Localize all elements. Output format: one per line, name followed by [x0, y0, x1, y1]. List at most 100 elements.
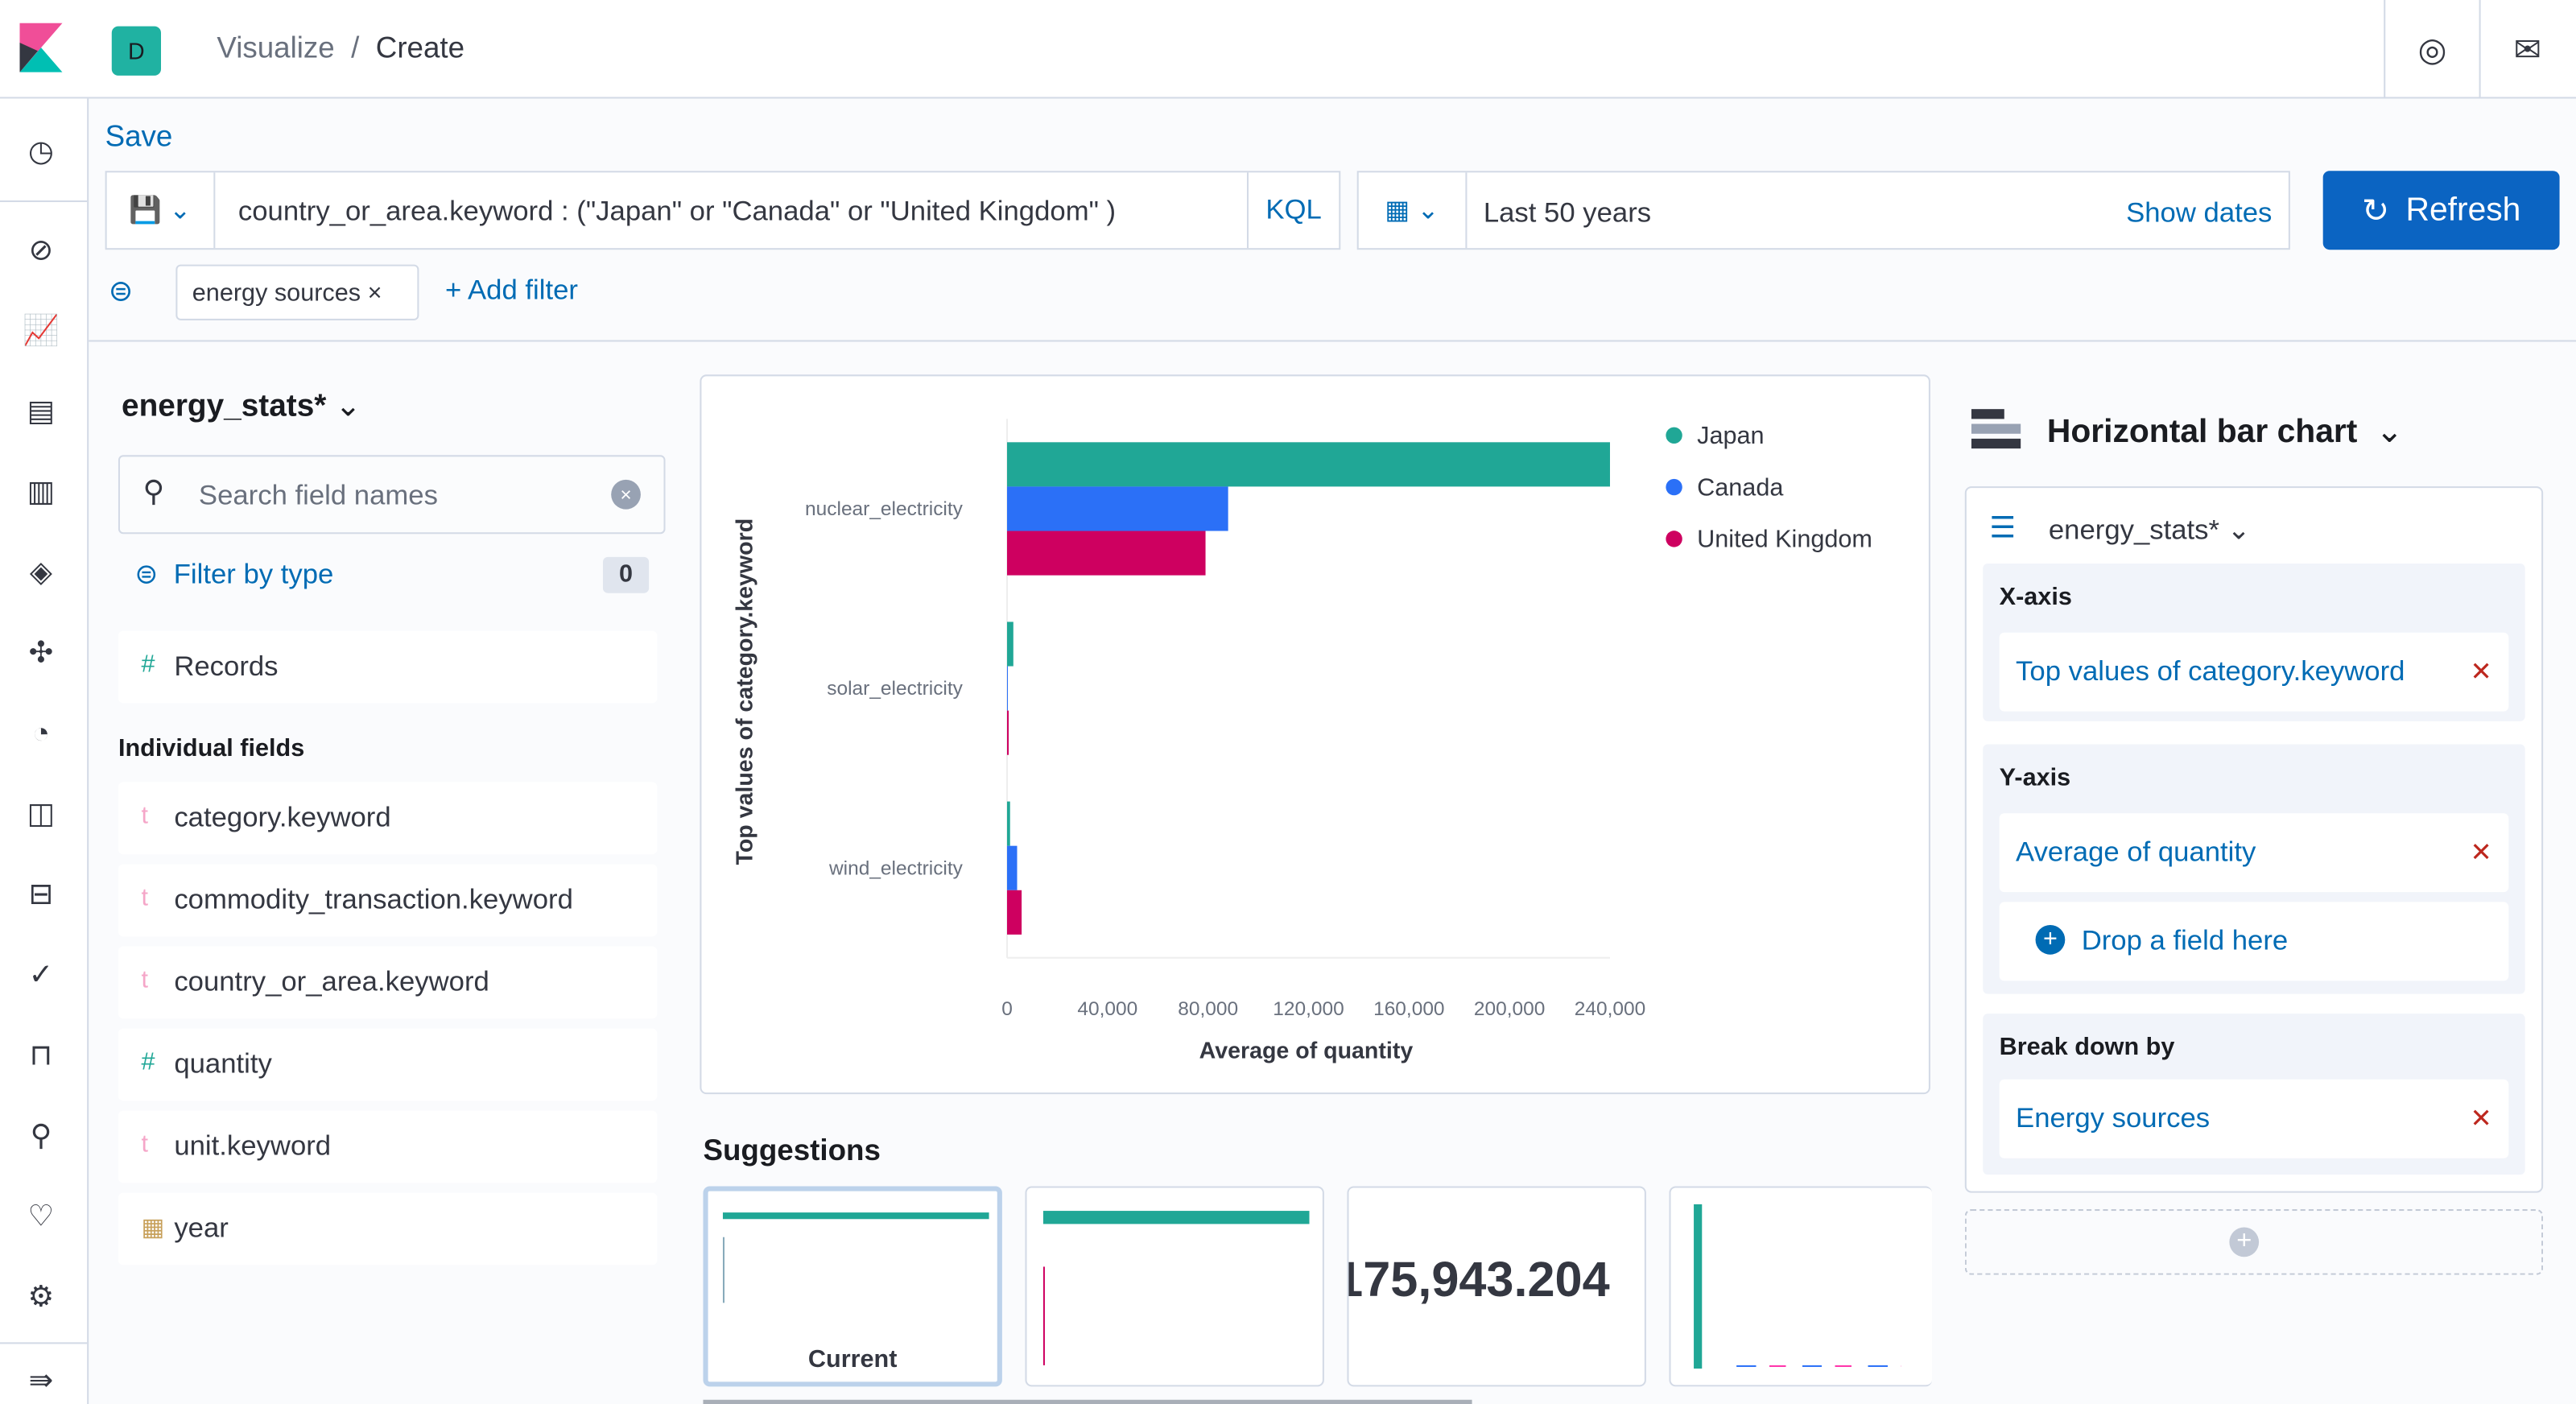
search-field[interactable]: ⚲ Search field names ×: [118, 455, 666, 535]
siem-icon[interactable]: ⊓: [22, 1035, 61, 1075]
logs-icon[interactable]: ◫: [22, 794, 61, 833]
kql-toggle[interactable]: KQL: [1246, 172, 1339, 249]
filter-by-type-button[interactable]: ⊜ Filter by type: [134, 559, 333, 592]
close-icon[interactable]: ×: [368, 279, 382, 308]
bar-united-kingdom: [1007, 890, 1022, 935]
refresh-label: Refresh: [2405, 191, 2521, 228]
layer-icon: ☰: [1989, 510, 2017, 544]
suggestions-heading: Suggestions: [703, 1134, 881, 1167]
xaxis-dimension[interactable]: Top values of category.keyword ✕: [1999, 632, 2509, 712]
string-icon: t: [141, 965, 149, 994]
yaxis-value: Average of quantity: [2016, 836, 2256, 868]
drop-label: Drop a field here: [2081, 924, 2289, 956]
bar-united-kingdom: [1007, 531, 1206, 576]
suggestion-current[interactable]: Current: [703, 1186, 1002, 1387]
index-pattern-select[interactable]: energy_stats* ⌄: [122, 388, 361, 426]
suggestion-bar[interactable]: [1025, 1186, 1324, 1387]
suggestions-scrollbar[interactable]: [703, 1399, 1472, 1404]
side-nav: ◷ ⊘ 📈 ▤ ▥ ◈ ✣ ◔ ◫ ⊟ ✓ ⊓ ⚲ ♡ ⚙ ⇛: [0, 98, 89, 1404]
field-item[interactable]: ▦ year: [118, 1192, 658, 1266]
legend-item: Japan: [1697, 422, 1764, 449]
xaxis-label: X-axis: [1999, 583, 2072, 612]
category-label: solar_electricity: [827, 678, 963, 700]
kibana-logo[interactable]: [19, 23, 63, 72]
saved-query-button[interactable]: 💾 ⌄: [107, 172, 216, 249]
individual-fields-heading: Individual fields: [118, 734, 305, 762]
x-tick-label: 240,000: [1575, 998, 1645, 1020]
field-records[interactable]: # Records: [118, 630, 658, 704]
monitoring-icon[interactable]: ♡: [22, 1196, 61, 1236]
filter-pill[interactable]: energy sources ×: [175, 264, 419, 320]
breadcrumb: Visualize / Create: [217, 31, 465, 64]
field-item[interactable]: # quantity: [118, 1028, 658, 1101]
bar-chart: nuclear_electricity solar_electricitywind…: [733, 419, 1872, 1063]
field-item[interactable]: t unit.keyword: [118, 1110, 658, 1183]
category-label: wind_electricity: [828, 857, 964, 879]
yaxis-dimension[interactable]: Average of quantity ✕: [1999, 813, 2509, 893]
bar-canada: [1007, 845, 1018, 890]
layer-index: energy_stats*: [2048, 514, 2220, 546]
refresh-button[interactable]: ↻ Refresh: [2322, 171, 2560, 250]
field-item[interactable]: t category.keyword: [118, 782, 658, 855]
chart-type-select[interactable]: Horizontal bar chart ⌄: [2047, 411, 2403, 452]
dashboard-icon[interactable]: ▤: [22, 391, 61, 431]
category-label: nuclear_electricity: [805, 498, 964, 520]
search-input[interactable]: Search field names: [199, 480, 438, 513]
collapse-icon[interactable]: ⇛: [22, 1361, 61, 1400]
add-layer-button[interactable]: +: [1964, 1209, 2544, 1275]
help-icon[interactable]: ◎: [2384, 0, 2479, 99]
metric-value: 175,943.204: [1347, 1253, 1610, 1308]
infra-icon[interactable]: ◔: [22, 713, 61, 753]
suggestion-metric[interactable]: 175,943.204: [1347, 1186, 1646, 1387]
apm-icon[interactable]: ⊟: [22, 874, 61, 914]
bar-canada: [1007, 666, 1009, 711]
breakdown-group: Break down by Energy sources ✕: [1983, 1014, 2525, 1175]
query-bar: 💾 ⌄ country_or_area.keyword : ("Japan" o…: [105, 171, 1341, 250]
x-axis-title: Average of quantity: [1199, 1038, 1414, 1063]
layer-index-select[interactable]: energy_stats* ⌄: [2049, 514, 2251, 547]
remove-icon[interactable]: ✕: [2471, 655, 2492, 688]
filter-pill-label: energy sources: [192, 279, 361, 308]
discover-icon[interactable]: ⊘: [22, 230, 61, 270]
suggestion-vertical-bar[interactable]: [1669, 1186, 1932, 1387]
add-filter-button[interactable]: + Add filter: [445, 275, 578, 308]
mail-icon[interactable]: ✉: [2479, 0, 2574, 99]
drop-field-zone[interactable]: + Drop a field here: [1999, 902, 2509, 981]
clear-icon[interactable]: ×: [611, 479, 641, 510]
recent-icon[interactable]: ◷: [22, 131, 61, 171]
visualize-icon[interactable]: 📈: [22, 311, 61, 350]
calendar-icon[interactable]: ▦ ⌄: [1359, 172, 1468, 249]
breadcrumb-visualize[interactable]: Visualize: [217, 31, 334, 64]
time-range[interactable]: Last 50 years: [1484, 197, 1651, 230]
canvas-icon[interactable]: ▥: [22, 472, 61, 511]
string-icon: t: [141, 801, 149, 830]
maps-icon[interactable]: ◈: [22, 552, 61, 592]
remove-icon[interactable]: ✕: [2471, 1102, 2492, 1135]
x-tick-label: 120,000: [1273, 998, 1344, 1020]
query-input[interactable]: country_or_area.keyword : ("Japan" or "C…: [238, 196, 1116, 229]
bar-united-kingdom: [1007, 710, 1009, 755]
field-item[interactable]: t commodity_transaction.keyword: [118, 864, 658, 937]
breakdown-dimension[interactable]: Energy sources ✕: [1999, 1079, 2509, 1158]
legend-dot: [1666, 478, 1682, 496]
divider: [89, 340, 2576, 342]
field-item[interactable]: t country_or_area.keyword: [118, 946, 658, 1019]
show-dates-button[interactable]: Show dates: [2126, 197, 2272, 230]
gear-icon[interactable]: ⚙: [22, 1277, 61, 1316]
plus-icon: +: [2229, 1227, 2260, 1257]
string-icon: t: [141, 883, 149, 912]
number-icon: #: [141, 650, 155, 679]
remove-icon[interactable]: ✕: [2471, 836, 2492, 869]
yaxis-group: Y-axis Average of quantity ✕ + Drop a fiel…: [1983, 744, 2525, 994]
field-name: unit.keyword: [174, 1130, 332, 1162]
space-avatar[interactable]: D: [111, 26, 161, 76]
save-link[interactable]: Save: [105, 120, 173, 155]
uptime-icon[interactable]: ✓: [22, 955, 61, 994]
ml-icon[interactable]: ✣: [22, 633, 61, 672]
field-name: commodity_transaction.keyword: [174, 883, 573, 915]
xaxis-value: Top values of category.keyword: [2016, 655, 2405, 688]
filter-menu-icon[interactable]: ⊜: [109, 275, 134, 309]
devtools-icon[interactable]: ⚲: [22, 1116, 61, 1155]
bar-japan: [1007, 442, 1610, 487]
x-tick-label: 200,000: [1474, 998, 1545, 1020]
